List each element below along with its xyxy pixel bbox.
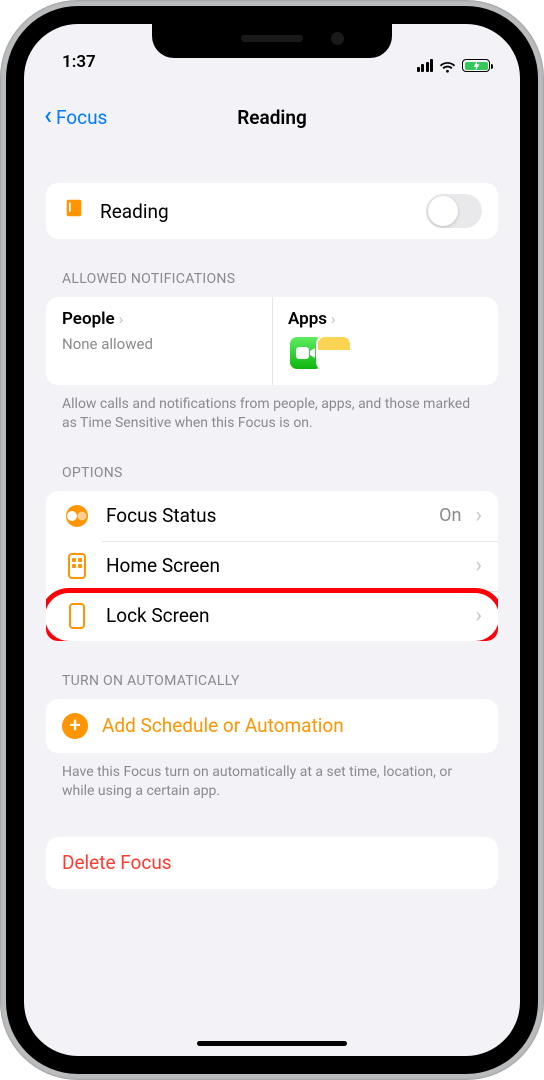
back-label: Focus xyxy=(56,106,107,129)
cellular-signal-icon xyxy=(417,59,434,72)
notch xyxy=(152,24,392,58)
focus-status-icon xyxy=(62,503,92,529)
book-icon xyxy=(62,197,86,225)
home-screen-row[interactable]: Home Screen › xyxy=(46,541,498,591)
options-card: Focus Status On › Home Screen › xyxy=(46,491,498,641)
allowed-header: Allowed Notifications xyxy=(46,239,498,297)
focus-status-value: On xyxy=(439,505,461,526)
notes-icon xyxy=(316,335,352,371)
add-icon xyxy=(62,713,88,739)
phone-frame: 1:37 ‹ Focus xyxy=(0,0,544,1080)
add-automation-row[interactable]: Add Schedule or Automation xyxy=(46,699,498,753)
people-label: People xyxy=(62,309,115,329)
add-automation-label: Add Schedule or Automation xyxy=(102,714,482,737)
lock-screen-row[interactable]: Lock Screen › xyxy=(46,591,498,641)
delete-focus-label: Delete Focus xyxy=(62,851,482,874)
automation-card: Add Schedule or Automation xyxy=(46,699,498,753)
page-title: Reading xyxy=(237,106,307,129)
focus-status-row[interactable]: Focus Status On › xyxy=(46,491,498,541)
chevron-right-icon: › xyxy=(331,312,336,327)
apps-label: Apps xyxy=(288,309,327,329)
bezel: 1:37 ‹ Focus xyxy=(6,6,538,1074)
allowed-apps[interactable]: Apps › xyxy=(272,297,498,385)
focus-toggle-card: Reading xyxy=(46,183,498,239)
chevron-right-icon: › xyxy=(475,555,482,577)
allowed-footer: Allow calls and notifications from peopl… xyxy=(46,385,498,433)
auto-header: Turn On Automatically xyxy=(46,641,498,699)
options-header: Options xyxy=(46,433,498,491)
lock-screen-label: Lock Screen xyxy=(106,604,461,627)
home-screen-label: Home Screen xyxy=(106,554,461,577)
chevron-right-icon: › xyxy=(119,312,124,327)
focus-toggle[interactable] xyxy=(426,194,482,228)
chevron-left-icon: ‹ xyxy=(44,103,52,129)
people-summary: None allowed xyxy=(62,335,256,353)
chevron-right-icon: › xyxy=(475,505,482,527)
lock-screen-icon xyxy=(62,603,92,629)
nav-bar: ‹ Focus Reading xyxy=(24,90,520,145)
screen: 1:37 ‹ Focus xyxy=(24,24,520,1056)
delete-focus-row[interactable]: Delete Focus xyxy=(46,837,498,889)
allowed-apps-icons xyxy=(288,335,482,371)
delete-card: Delete Focus xyxy=(46,837,498,889)
auto-footer: Have this Focus turn on automatically at… xyxy=(46,753,498,801)
chevron-right-icon: › xyxy=(475,605,482,627)
wifi-icon xyxy=(439,59,456,72)
clock: 1:37 xyxy=(62,52,96,72)
back-button[interactable]: ‹ Focus xyxy=(44,106,107,129)
focus-name: Reading xyxy=(100,200,412,223)
allowed-card: People › None allowed Apps › xyxy=(46,297,498,385)
home-indicator[interactable] xyxy=(197,1041,347,1046)
focus-status-label: Focus Status xyxy=(106,504,425,527)
home-screen-icon xyxy=(62,553,92,579)
allowed-people[interactable]: People › None allowed xyxy=(46,297,272,385)
battery-icon xyxy=(462,59,490,72)
